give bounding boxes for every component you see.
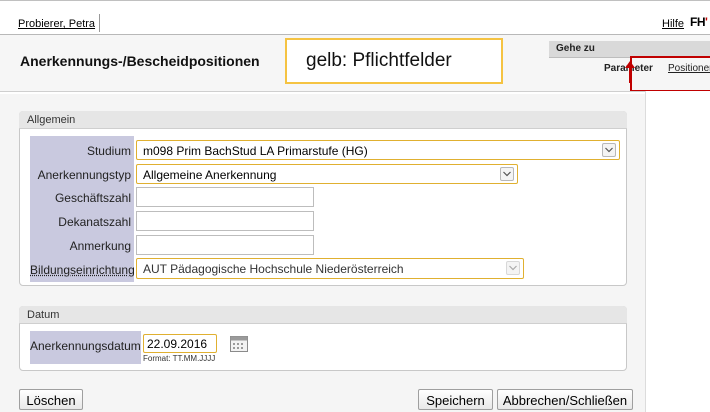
logo-accent-icon: '	[705, 15, 707, 29]
dz-input[interactable]	[136, 211, 314, 231]
page-title: Anerkennungs-/Bescheidpositionen	[20, 53, 260, 69]
chevron-down-icon[interactable]	[506, 261, 520, 275]
delete-button[interactable]: Löschen	[19, 389, 83, 410]
divider	[0, 91, 645, 92]
arrow-up-icon	[623, 60, 637, 84]
logo: FH'	[690, 15, 707, 29]
studium-select[interactable]: m098 Prim BachStud LA Primarstufe (HG)	[136, 140, 620, 160]
dz-label: Dekanatszahl	[30, 215, 131, 229]
studium-value: m098 Prim BachStud LA Primarstufe (HG)	[143, 144, 368, 158]
date-panel-title: Datum	[19, 306, 627, 324]
highlight-box	[630, 56, 710, 92]
typ-label: Anerkennungstyp	[30, 168, 131, 182]
date-label: Anerkennungsdatum	[30, 339, 138, 353]
help-link[interactable]: Hilfe	[662, 18, 684, 30]
required-fields-note: gelb: Pflichtfelder	[285, 38, 503, 84]
typ-value: Allgemeine Anerkennung	[143, 168, 276, 182]
date-input[interactable]: 22.09.2016	[143, 334, 217, 353]
bildung-label: Bildungseinrichtung	[30, 263, 131, 277]
divider	[99, 14, 100, 32]
chevron-down-icon[interactable]	[602, 143, 616, 157]
bildung-value: AUT Pädagogische Hochschule Niederösterr…	[143, 262, 404, 276]
right-panel	[645, 91, 710, 412]
studium-label: Studium	[30, 144, 131, 158]
anm-label: Anmerkung	[30, 239, 131, 253]
general-panel-title: Allgemein	[19, 111, 627, 129]
logo-text: FH	[690, 15, 705, 29]
date-format-hint: Format: TT.MM.JJJJ	[143, 354, 215, 363]
user-link[interactable]: Probierer, Petra	[18, 18, 95, 30]
save-button[interactable]: Speichern	[418, 389, 493, 410]
typ-select[interactable]: Allgemeine Anerkennung	[136, 164, 518, 184]
anm-input[interactable]	[136, 235, 314, 255]
gz-label: Geschäftszahl	[30, 191, 131, 205]
goto-label: Gehe zu	[556, 43, 595, 54]
calendar-icon[interactable]	[230, 336, 248, 352]
bildung-select[interactable]: AUT Pädagogische Hochschule Niederösterr…	[136, 258, 524, 279]
cancel-close-button[interactable]: Abbrechen/Schließen	[497, 389, 633, 410]
gz-input[interactable]	[136, 187, 314, 207]
chevron-down-icon[interactable]	[500, 167, 514, 181]
top-bar	[0, 0, 710, 35]
